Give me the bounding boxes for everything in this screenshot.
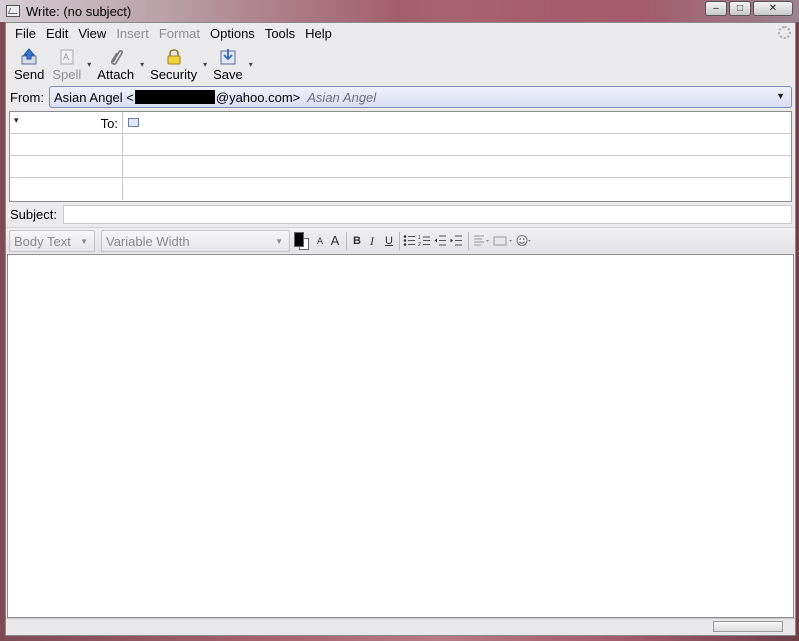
save-dropdown-icon[interactable]: ▾ <box>247 60 255 69</box>
bullet-list-icon[interactable] <box>403 234 416 247</box>
save-button[interactable]: Save <box>209 43 247 82</box>
italic-button[interactable]: I <box>367 232 377 250</box>
chevron-down-icon: ▼ <box>80 237 88 246</box>
from-row: From: Asian Angel < @yahoo.com> Asian An… <box>6 85 795 109</box>
numbered-list-icon[interactable]: 1 2 <box>418 234 431 247</box>
paragraph-style-select[interactable]: Body Text ▼ <box>9 230 95 252</box>
from-name: Asian Angel < <box>54 89 134 105</box>
address-type-cell <box>10 134 123 155</box>
menu-help[interactable]: Help <box>300 26 337 41</box>
minimize-button[interactable]: – <box>705 1 727 16</box>
paragraph-style-value: Body Text <box>14 234 71 249</box>
save-icon <box>220 49 236 65</box>
attach-button[interactable]: Attach <box>93 43 138 82</box>
from-label: From: <box>10 90 44 105</box>
maximize-button[interactable]: □ <box>729 1 751 16</box>
address-row[interactable] <box>10 156 791 178</box>
addressing-widget: ▾ To: <box>9 111 792 202</box>
align-menu-icon[interactable] <box>473 234 490 247</box>
address-row[interactable] <box>10 134 791 156</box>
bold-button[interactable]: B <box>351 232 363 250</box>
progress-panel <box>713 621 783 632</box>
text-color-swatch[interactable] <box>294 232 304 247</box>
insert-menu-icon[interactable] <box>493 234 513 247</box>
address-type-select[interactable]: ▾ To: <box>10 112 123 133</box>
security-label: Security <box>150 67 198 82</box>
from-email-domain: @yahoo.com> <box>215 89 301 105</box>
spell-button[interactable]: A Spell <box>48 43 85 82</box>
send-label: Send <box>14 67 45 82</box>
outdent-icon[interactable] <box>434 234 447 247</box>
redacted-email-block <box>134 90 215 104</box>
security-icon <box>167 49 181 65</box>
font-family-select[interactable]: Variable Width ▼ <box>101 230 290 252</box>
svg-text:1: 1 <box>418 235 421 241</box>
title-bar: Write: (no subject) – □ ✕ <box>0 0 799 22</box>
menu-edit[interactable]: Edit <box>41 26 73 41</box>
message-body-editor[interactable] <box>7 254 794 618</box>
window-controls: – □ ✕ <box>705 1 793 16</box>
font-family-value: Variable Width <box>106 234 190 249</box>
menu-format[interactable]: Format <box>154 26 205 41</box>
window-title: Write: (no subject) <box>26 3 132 19</box>
menu-bar: File Edit View Insert Format Options Too… <box>6 23 795 43</box>
svg-text:A: A <box>63 52 69 62</box>
smaller-text-button[interactable]: A <box>315 232 325 250</box>
address-row: ▾ To: <box>10 112 791 134</box>
security-button[interactable]: Security <box>146 43 201 82</box>
address-type-cell <box>10 178 123 200</box>
svg-text:2: 2 <box>418 242 421 247</box>
subject-label: Subject: <box>10 207 57 222</box>
save-label: Save <box>213 67 243 82</box>
subject-input[interactable] <box>63 205 792 224</box>
format-toolbar: Body Text ▼ Variable Width ▼ A A B I U 1… <box>6 227 795 253</box>
menu-insert[interactable]: Insert <box>111 26 154 41</box>
attach-icon <box>110 50 123 65</box>
attach-label: Attach <box>97 67 135 82</box>
send-button[interactable]: Send <box>10 43 48 82</box>
address-card-icon <box>128 118 139 127</box>
address-type-cell <box>10 156 123 177</box>
spell-icon: A <box>60 49 74 65</box>
from-identity-select[interactable]: Asian Angel < @yahoo.com> Asian Angel ▼ <box>49 86 792 108</box>
from-identity-hint: Asian Angel <box>307 89 377 105</box>
spell-dropdown-icon[interactable]: ▾ <box>85 60 93 69</box>
menu-tools[interactable]: Tools <box>260 26 300 41</box>
underline-button[interactable]: U <box>383 232 395 250</box>
send-icon <box>21 48 37 65</box>
smiley-icon[interactable] <box>516 234 533 247</box>
close-button[interactable]: ✕ <box>753 1 793 16</box>
throbber-icon <box>778 26 791 39</box>
larger-text-button[interactable]: A <box>329 232 341 250</box>
menu-options[interactable]: Options <box>205 26 260 41</box>
subject-row: Subject: <box>6 204 795 226</box>
chevron-down-icon: ▼ <box>275 237 283 246</box>
separator <box>346 232 347 250</box>
attach-dropdown-icon[interactable]: ▾ <box>138 60 146 69</box>
status-bar <box>6 618 795 635</box>
compose-toolbar: Send A Spell ▾ Attach ▾ Security ▾ Save … <box>6 43 795 85</box>
spell-label: Spell <box>52 67 82 82</box>
indent-icon[interactable] <box>450 234 463 247</box>
chevron-down-icon: ▾ <box>14 115 19 125</box>
chevron-down-icon: ▼ <box>776 91 785 101</box>
menu-file[interactable]: File <box>10 26 41 41</box>
menu-view[interactable]: View <box>73 26 111 41</box>
separator <box>468 232 469 250</box>
compose-window-icon <box>6 5 20 17</box>
compose-window: File Edit View Insert Format Options Too… <box>5 22 796 636</box>
address-row[interactable] <box>10 178 791 200</box>
separator <box>399 232 400 250</box>
security-dropdown-icon[interactable]: ▾ <box>201 60 209 69</box>
address-type-label: To: <box>100 116 118 131</box>
